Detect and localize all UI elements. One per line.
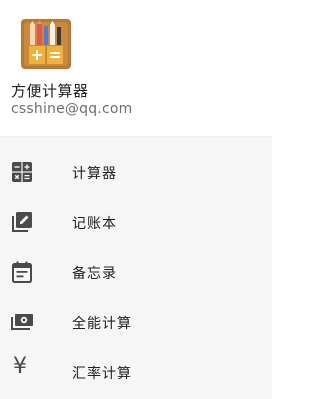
menu-item-exchange-rate[interactable]: ¥ 汇率计算 <box>0 347 272 397</box>
yen-icon: ¥ <box>13 354 27 379</box>
menu-item-label: 全能计算 <box>72 316 132 332</box>
drawer-header: 方便计算器 csshine@qq.com <box>0 0 272 136</box>
calendar-note-icon <box>10 260 34 284</box>
app-name: 方便计算器 <box>11 82 89 100</box>
menu-item-label: 计算器 <box>72 166 117 182</box>
app-logo-icon <box>21 19 71 69</box>
menu-item-memo[interactable]: 备忘录 <box>0 247 272 297</box>
edit-note-icon <box>10 210 34 234</box>
menu-item-label: 汇率计算 <box>72 366 132 382</box>
menu-item-calculator[interactable]: 计算器 <box>0 147 272 197</box>
calculator-icon <box>10 160 34 184</box>
navigation-drawer: 方便计算器 csshine@qq.com 计算器 记账本 备忘录 全能计算 ¥ … <box>0 0 272 399</box>
menu-item-label: 备忘录 <box>72 266 117 282</box>
money-icon <box>10 310 34 334</box>
menu-item-account-book[interactable]: 记账本 <box>0 197 272 247</box>
menu-item-all-purpose-calc[interactable]: 全能计算 <box>0 297 272 347</box>
drawer-menu: 计算器 记账本 备忘录 全能计算 ¥ 汇率计算 <box>0 136 272 399</box>
account-email: csshine@qq.com <box>11 101 133 117</box>
menu-item-label: 记账本 <box>72 216 117 232</box>
